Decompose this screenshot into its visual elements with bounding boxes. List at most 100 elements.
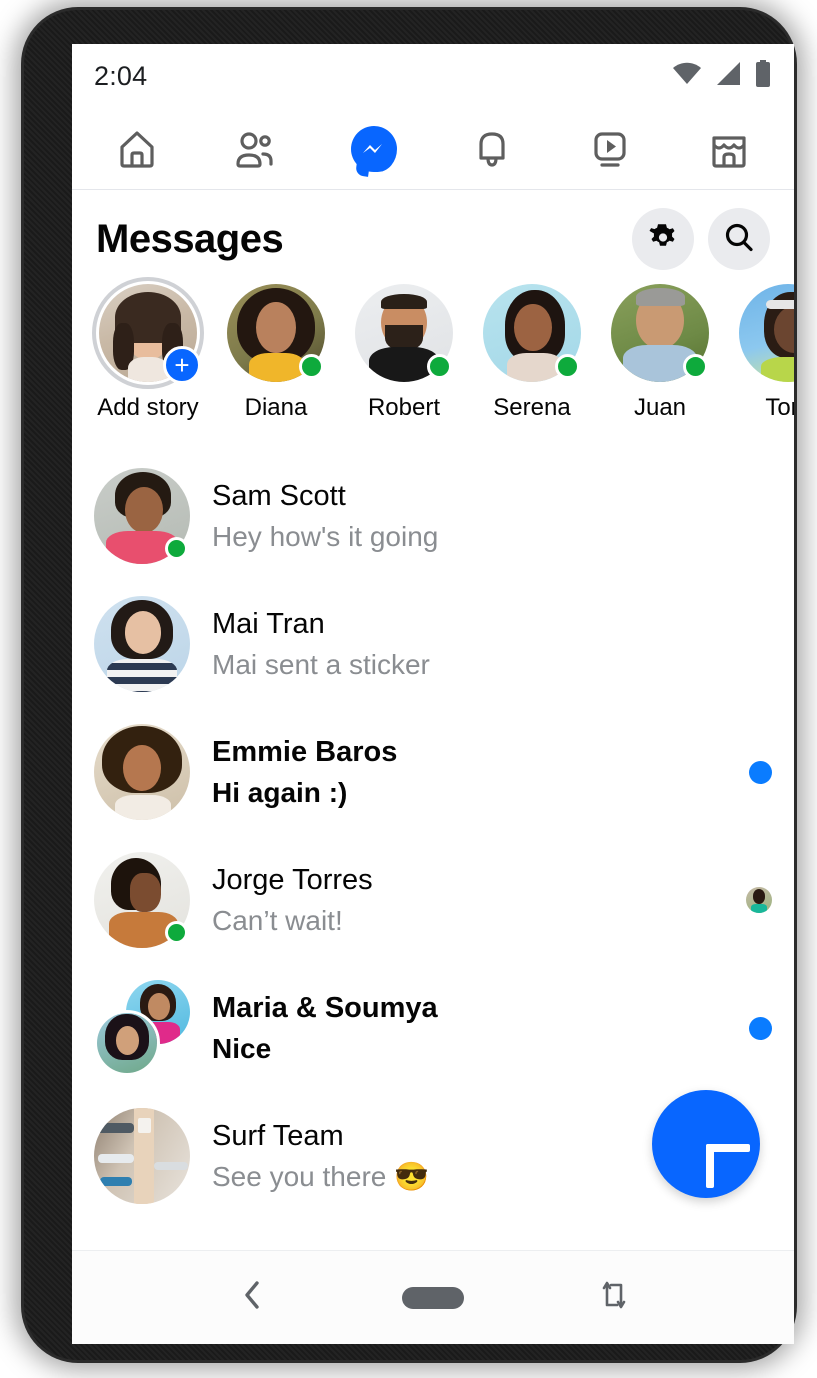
home-icon (114, 126, 160, 172)
story-avatar-wrap (355, 284, 453, 382)
story-item-add-story[interactable]: + Add story (84, 277, 212, 440)
system-rotate-button[interactable] (579, 1268, 649, 1328)
status-bar: 2:04 (72, 44, 794, 108)
online-badge (165, 537, 188, 560)
chat-text: Mai Tran Mai sent a sticker (212, 603, 430, 686)
avatar-image-2 (94, 1010, 160, 1076)
avatar (94, 852, 190, 948)
phone-screen: 2:04 Messages + Add story Diana Robert S… (72, 44, 794, 1344)
nav-item-marketplace[interactable] (692, 119, 766, 179)
chat-text: Surf Team See you there 😎 (212, 1115, 429, 1198)
cellular-signal-icon (714, 61, 742, 92)
online-badge (299, 354, 324, 379)
nav-item-friends[interactable] (218, 119, 292, 179)
story-label: Diana (244, 394, 308, 421)
settings-button[interactable] (632, 208, 694, 270)
video-play-icon (587, 126, 633, 172)
seen-receipt-avatar (746, 887, 772, 913)
bell-icon (469, 126, 515, 172)
online-badge (683, 354, 708, 379)
chat-snippet: See you there 😎 (212, 1160, 429, 1192)
nav-item-messenger[interactable] (337, 119, 411, 179)
nav-item-notifications[interactable] (455, 119, 529, 179)
avatar (94, 980, 190, 1076)
chat-snippet: Can’t wait! (212, 904, 343, 936)
chat-text: Maria & Soumya Nice (212, 987, 438, 1070)
chat-text: Sam Scott Hey how's it going (212, 475, 438, 558)
chat-name: Mai Tran (212, 607, 325, 640)
story-avatar-wrap (227, 284, 325, 382)
search-icon (722, 221, 756, 258)
battery-icon (754, 59, 772, 93)
stories-row[interactable]: + Add story Diana Robert Serena Juan To (72, 276, 794, 444)
story-avatar-wrap: + (92, 277, 204, 389)
chat-snippet: Nice (212, 1032, 272, 1064)
story-item-diana[interactable]: Diana (212, 284, 340, 440)
wifi-icon (672, 61, 702, 92)
chat-row-maria-and-soumya[interactable]: Maria & Soumya Nice (72, 964, 794, 1092)
online-badge (427, 354, 452, 379)
status-bar-icons (672, 59, 772, 93)
chat-text: Jorge Torres Can’t wait! (212, 859, 373, 942)
story-label: Tom (765, 394, 794, 421)
story-avatar-wrap (483, 284, 581, 382)
chat-snippet: Hi again :) (212, 776, 348, 808)
story-item-juan[interactable]: Juan (596, 284, 724, 440)
avatar-image (94, 1108, 190, 1204)
system-home-button[interactable] (398, 1268, 468, 1328)
chat-text: Emmie Baros Hi again :) (212, 731, 397, 814)
avatar (94, 724, 190, 820)
avatar (94, 1108, 190, 1204)
status-bar-time: 2:04 (94, 60, 148, 91)
chat-meta (739, 1016, 772, 1040)
chat-name: Sam Scott (212, 479, 346, 512)
nav-item-watch[interactable] (573, 119, 647, 179)
header-actions (632, 208, 770, 270)
online-badge (555, 354, 580, 379)
avatar (94, 596, 190, 692)
story-label: Serena (493, 394, 571, 421)
online-badge (165, 921, 188, 944)
story-item-tom[interactable]: Tom (724, 284, 794, 440)
chat-snippet: Hey how's it going (212, 520, 439, 552)
story-avatar-wrap (611, 284, 709, 382)
chat-row-emmie-baros[interactable]: Emmie Baros Hi again :) (72, 708, 794, 836)
friends-icon (232, 126, 278, 172)
home-pill-icon (401, 1286, 464, 1309)
avatar-image (94, 596, 190, 692)
marketplace-store-icon (706, 126, 752, 172)
unread-badge (749, 1016, 772, 1040)
story-label: Add story (97, 394, 199, 421)
chat-meta (739, 760, 772, 784)
gear-icon (646, 221, 680, 258)
chevron-left-icon (239, 1278, 265, 1317)
chat-name: Jorge Torres (212, 863, 373, 896)
search-button[interactable] (708, 208, 770, 270)
rotate-screen-icon (599, 1277, 629, 1318)
add-story-plus-badge[interactable]: + (163, 346, 201, 384)
system-navigation-bar (72, 1250, 794, 1344)
chat-row-sam-scott[interactable]: Sam Scott Hey how's it going (72, 452, 794, 580)
chat-row-jorge-torres[interactable]: Jorge Torres Can’t wait! (72, 836, 794, 964)
chat-snippet: Mai sent a sticker (212, 648, 430, 680)
new-message-fab[interactable] (652, 1090, 760, 1198)
story-label: Robert (367, 394, 441, 421)
chat-name: Emmie Baros (212, 735, 398, 768)
facebook-top-nav (72, 108, 794, 190)
story-item-robert[interactable]: Robert (340, 284, 468, 440)
avatar-image (94, 724, 190, 820)
messenger-icon (350, 125, 397, 172)
phone-frame: 2:04 Messages + Add story Diana Robert S… (24, 10, 794, 1360)
story-label: Juan (633, 394, 687, 421)
chat-name: Surf Team (212, 1119, 344, 1152)
story-item-serena[interactable]: Serena (468, 284, 596, 440)
unread-badge (749, 760, 772, 784)
avatar (739, 284, 794, 382)
page-title: Messages (96, 216, 284, 261)
chat-row-mai-tran[interactable]: Mai Tran Mai sent a sticker (72, 580, 794, 708)
avatar (94, 468, 190, 564)
chat-meta (736, 887, 772, 913)
messages-header: Messages (72, 190, 794, 276)
system-back-button[interactable] (217, 1268, 287, 1328)
nav-item-home[interactable] (100, 119, 174, 179)
